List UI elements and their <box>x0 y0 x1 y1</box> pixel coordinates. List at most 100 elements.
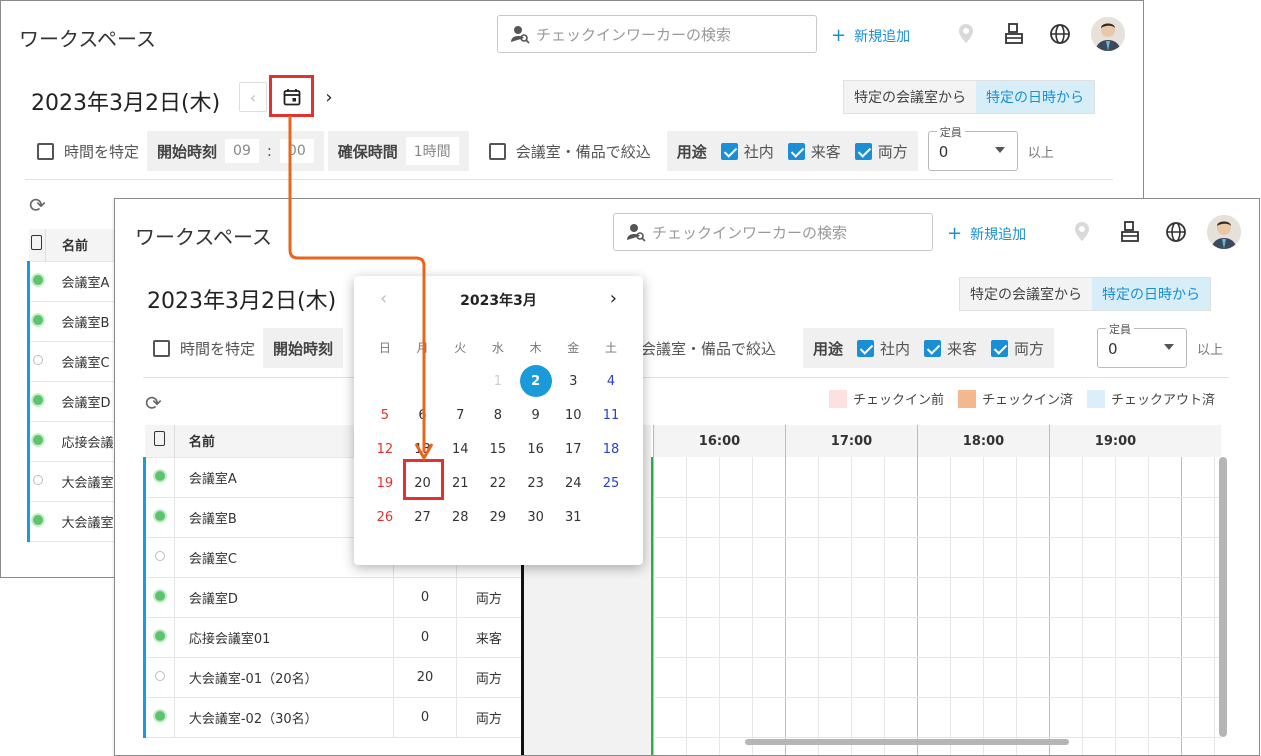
selected-day: 2 <box>519 365 552 397</box>
table-row[interactable]: 応接会議室 <box>27 421 127 462</box>
horizontal-scrollbar[interactable] <box>745 739 1069 745</box>
calendar-day[interactable]: 29 <box>479 500 517 534</box>
prev-day-button[interactable]: ‹ <box>239 82 267 112</box>
status-cell <box>27 261 46 302</box>
user-search-icon <box>627 224 646 242</box>
search-input[interactable]: チェックインワーカーの検索 <box>613 213 933 251</box>
start-time-label: 開始時刻 <box>157 142 218 161</box>
calendar-day[interactable]: 5 <box>366 398 404 432</box>
table-row[interactable]: 応接会議室01 0 来客 <box>143 617 521 658</box>
timeline-hour: 18:00 <box>917 425 1049 457</box>
calendar-day[interactable]: 18 <box>592 432 630 466</box>
purpose-internal-checkbox[interactable] <box>720 142 738 160</box>
divider <box>25 179 1113 180</box>
table-row[interactable]: 大会議室-02（30名） 0 両方 <box>143 697 521 738</box>
calendar-day[interactable]: 1 <box>479 364 517 398</box>
table-row[interactable]: 大会議室-01（20名） 20 両方 <box>143 657 521 698</box>
refresh-icon[interactable]: ⟳ <box>29 193 46 217</box>
calendar-day[interactable]: 25 <box>592 466 630 500</box>
calendar-day[interactable]: 11 <box>592 398 630 432</box>
calendar-day[interactable]: 3 <box>554 364 592 398</box>
room-capacity: 0 <box>393 697 458 738</box>
purpose-guest-checkbox[interactable] <box>787 142 805 160</box>
room-capacity: 0 <box>393 617 458 658</box>
mode-by-room[interactable]: 特定の会議室から <box>844 81 976 113</box>
calendar-day[interactable]: 16 <box>517 432 555 466</box>
printer-icon[interactable] <box>1001 21 1027 47</box>
duration-field[interactable]: 1時間 <box>405 137 459 165</box>
printer-icon[interactable] <box>1117 219 1143 245</box>
calendar-day[interactable]: 14 <box>441 432 479 466</box>
calendar-day[interactable]: 30 <box>517 500 555 534</box>
weekday-label: 木 <box>529 340 542 355</box>
weekday-label: 日 <box>378 340 391 355</box>
calendar-day[interactable]: 7 <box>441 398 479 432</box>
search-input[interactable]: チェックインワーカーの検索 <box>497 15 817 53</box>
purpose-both-checkbox[interactable] <box>991 339 1009 357</box>
table-row[interactable]: 大会議室 <box>27 501 127 542</box>
calendar-day[interactable]: 27 <box>404 500 442 534</box>
calendar-day[interactable]: 8 <box>479 398 517 432</box>
next-day-button[interactable]: › <box>315 82 343 112</box>
calendar-day[interactable]: 15 <box>479 432 517 466</box>
calendar-day[interactable]: 24 <box>554 466 592 500</box>
vertical-scrollbar[interactable] <box>1219 457 1227 737</box>
search-placeholder: チェックインワーカーの検索 <box>652 223 848 242</box>
calendar-day[interactable]: 17 <box>554 432 592 466</box>
purpose-both-label: 両方 <box>1014 339 1045 358</box>
calendar-day[interactable]: 6 <box>404 398 442 432</box>
timeline-gridline <box>983 457 984 755</box>
status-cell <box>27 501 46 542</box>
capacity-select[interactable]: 定員 0 <box>1097 321 1187 368</box>
room-name: 大会議室-01（20名） <box>174 657 394 698</box>
table-row[interactable]: 会議室D <box>27 381 127 422</box>
next-month-button[interactable]: › <box>610 288 617 309</box>
table-row[interactable]: 会議室A <box>27 261 127 302</box>
status-dot <box>154 510 165 521</box>
weekday-label: 金 <box>567 340 580 355</box>
calendar-day[interactable]: 28 <box>441 500 479 534</box>
add-new-button[interactable]: + 新規追加 <box>831 25 910 46</box>
refresh-icon[interactable]: ⟳ <box>145 391 162 415</box>
specify-time-checkbox[interactable] <box>153 339 170 357</box>
globe-icon[interactable] <box>1047 21 1073 47</box>
calendar-day[interactable]: 12 <box>366 432 404 466</box>
table-row[interactable]: 会議室D 0 両方 <box>143 577 521 618</box>
calendar-day[interactable]: 22 <box>479 466 517 500</box>
globe-icon[interactable] <box>1163 219 1189 245</box>
calendar-day[interactable]: 10 <box>554 398 592 432</box>
divider <box>143 377 1229 378</box>
start-hour-field[interactable]: 09 <box>225 139 259 163</box>
calendar-day[interactable]: 9 <box>517 398 555 432</box>
specify-time-checkbox[interactable] <box>37 142 54 160</box>
calendar-day[interactable]: 19 <box>366 466 404 500</box>
calendar-day[interactable]: 21 <box>441 466 479 500</box>
timeline-rowline <box>653 657 1221 658</box>
calendar-day[interactable]: 31 <box>554 500 592 534</box>
calendar-empty-cell <box>404 364 442 398</box>
capacity-select[interactable]: 定員 0 <box>927 124 1018 171</box>
table-row[interactable]: 大会議室 <box>27 461 127 502</box>
purpose-both-checkbox[interactable] <box>854 142 872 160</box>
table-row[interactable]: 会議室C <box>27 341 127 382</box>
weekday-label: 土 <box>604 340 617 355</box>
purpose-internal-checkbox[interactable] <box>857 339 875 357</box>
calendar-day[interactable]: 26 <box>366 500 404 534</box>
add-new-button[interactable]: + 新規追加 <box>947 223 1026 244</box>
calendar-day[interactable]: 4 <box>592 364 630 398</box>
user-search-icon <box>511 26 530 44</box>
mode-by-datetime[interactable]: 特定の日時から <box>1092 278 1210 310</box>
avatar[interactable] <box>1207 215 1241 249</box>
location-icon[interactable] <box>1069 219 1095 245</box>
purpose-guest-checkbox[interactable] <box>924 339 942 357</box>
equipment-filter-checkbox[interactable] <box>488 142 506 160</box>
calendar-day[interactable]: 2 <box>517 364 555 398</box>
avatar[interactable] <box>1091 17 1125 51</box>
mode-by-datetime[interactable]: 特定の日時から <box>976 81 1094 113</box>
table-row[interactable]: 会議室B <box>27 301 127 342</box>
calendar-day[interactable]: 23 <box>517 466 555 500</box>
location-icon[interactable] <box>953 21 979 47</box>
timeline-grid[interactable] <box>653 457 1221 755</box>
start-minute-field[interactable]: 00 <box>279 139 314 163</box>
mode-by-room[interactable]: 特定の会議室から <box>960 278 1092 310</box>
